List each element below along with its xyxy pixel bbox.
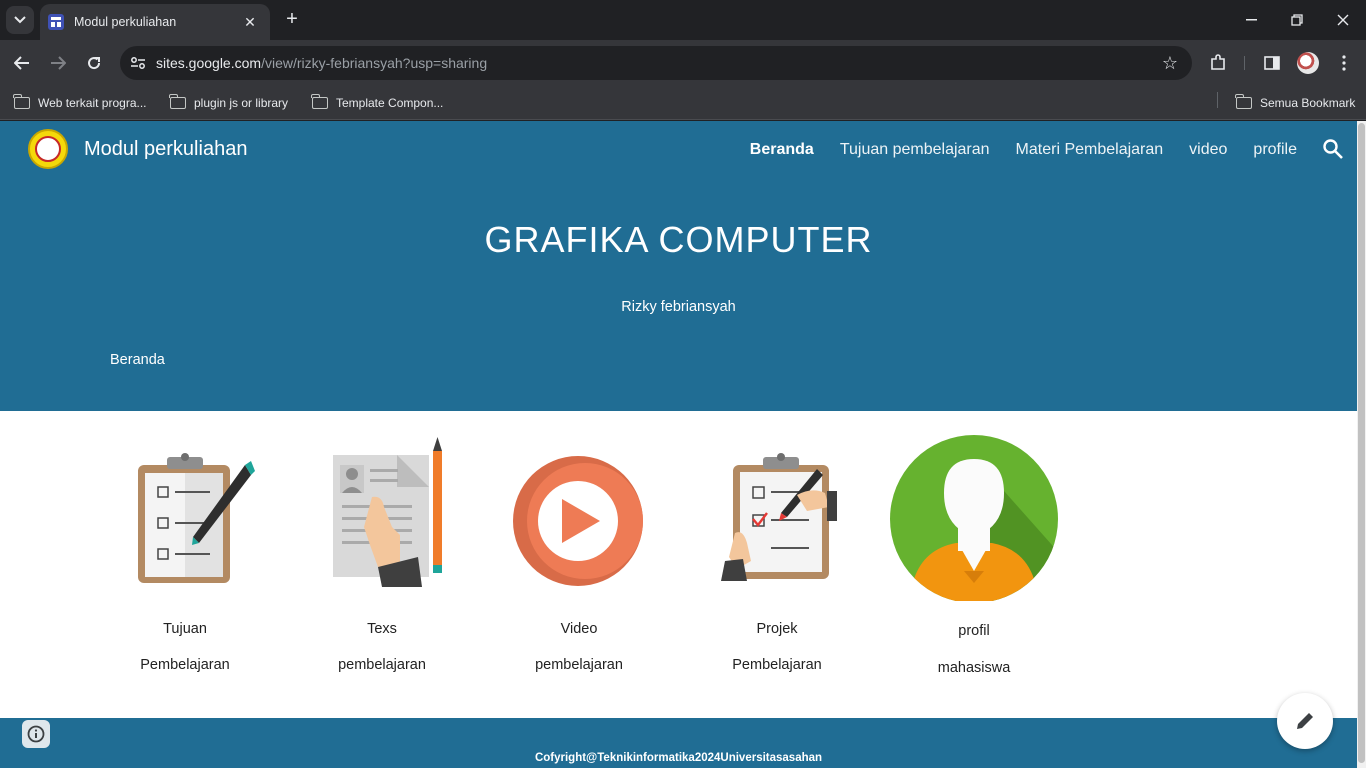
toolbar-divider [1244,56,1245,70]
clipboard-checklist-icon [138,453,255,583]
document-pencil-icon [333,437,442,587]
avatar [1297,52,1319,74]
card-title-line2: pembelajaran [535,657,623,673]
play-button-icon [513,456,643,586]
content-cards: Tujuan Pembelajaran Texs pembelajaran Vi… [0,411,1357,718]
arrow-right-icon [51,56,66,70]
arrow-left-icon [14,56,29,70]
card-tujuan-pembelajaran[interactable]: Tujuan Pembelajaran [95,435,275,695]
browser-tab-strip: Modul perkuliahan ✕ + [0,0,1366,40]
close-icon [1337,14,1349,26]
card-title-line1: Tujuan [163,621,207,637]
tab-title: Modul perkuliahan [74,15,177,29]
page-title: GRAFIKA COMPUTER [484,219,873,260]
forward-button[interactable] [44,49,72,77]
browser-toolbar: sites.google.com/view/rizky-febriansyah?… [0,40,1366,86]
extensions-button[interactable] [1204,49,1232,77]
top-navigation: Beranda Tujuan pembelajaran Materi Pembe… [750,141,1297,159]
minimize-button[interactable] [1228,0,1274,40]
card-profil-mahasiswa[interactable]: profil mahasiswa [884,435,1064,695]
info-icon [27,725,45,743]
bookmark-folder[interactable]: Web terkait progra... [13,92,147,114]
restore-icon [1291,14,1303,26]
card-video-pembelajaran[interactable]: Video pembelajaran [489,435,669,695]
footer-copyright: Cofyright@Teknikinformatika2024Universit… [534,752,823,764]
clipboard-marking-icon [721,453,837,581]
profile-button[interactable] [1294,49,1322,77]
card-title-line2: mahasiswa [937,660,1011,676]
university-logo[interactable] [28,129,68,169]
bookmark-label: Web terkait progra... [38,96,147,110]
more-vert-icon [1342,55,1346,71]
card-texs-pembelajaran[interactable]: Texs pembelajaran [292,435,472,695]
menu-button[interactable] [1330,49,1358,77]
folder-icon [13,94,30,109]
bookmarks-divider [1217,92,1218,108]
page-scrollbar[interactable] [1357,121,1366,768]
site-title[interactable]: Modul perkuliahan [84,138,247,161]
browser-tab[interactable]: Modul perkuliahan ✕ [40,4,270,40]
pencil-icon [1297,713,1313,729]
site-info-button[interactable] [22,720,50,748]
hero-header: Modul perkuliahan Beranda Tujuan pembela… [0,121,1357,411]
close-window-button[interactable] [1320,0,1366,40]
address-bar[interactable]: sites.google.com/view/rizky-febriansyah?… [120,46,1192,80]
tab-search-button[interactable] [6,6,34,34]
scrollbar-thumb[interactable] [1358,123,1365,763]
new-tab-button[interactable]: + [280,8,304,32]
google-sites-favicon-icon [48,14,64,30]
card-title-line1: Video [560,621,598,637]
side-panel-icon [1264,56,1280,70]
url-path: /view/rizky-febriansyah?usp=sharing [261,55,488,71]
url-host: sites.google.com [156,55,262,71]
user-avatar-icon [890,435,1058,601]
back-button[interactable] [8,49,36,77]
card-title-line1: Projek [756,621,798,637]
url-text: sites.google.com/view/rizky-febriansyah?… [156,55,487,71]
site-page: Modul perkuliahan Beranda Tujuan pembela… [0,121,1357,768]
bookmarks-bar: Web terkait progra... plugin js or libra… [0,86,1366,120]
reload-button[interactable] [80,49,108,77]
nav-beranda[interactable]: Beranda [750,141,814,159]
bookmark-folder[interactable]: Template Compon... [311,92,444,114]
bookmark-label: plugin js or library [194,96,289,110]
card-title-line1: profil [958,623,990,639]
folder-icon [1235,94,1252,109]
site-info-icon[interactable] [120,46,156,80]
card-title-line2: Pembelajaran [732,657,822,673]
breadcrumb: Beranda [110,352,165,368]
card-title-line2: pembelajaran [338,657,426,673]
card-title-line1: Texs [367,621,397,637]
folder-icon [311,94,328,109]
card-projek-pembelajaran[interactable]: Projek Pembelajaran [687,435,867,695]
reload-icon [88,57,101,70]
restore-button[interactable] [1274,0,1320,40]
all-bookmarks-folder[interactable]: Semua Bookmark [1235,92,1356,114]
bookmark-folder[interactable]: plugin js or library [169,92,289,114]
bookmark-label: Semua Bookmark [1260,96,1356,110]
puzzle-icon [1211,54,1225,70]
chevron-down-icon [14,16,26,24]
nav-profile[interactable]: profile [1253,141,1297,159]
search-icon[interactable] [1322,138,1344,160]
nav-tujuan-pembelajaran[interactable]: Tujuan pembelajaran [840,141,990,159]
nav-materi-pembelajaran[interactable]: Materi Pembelajaran [1016,141,1164,159]
card-title-line2: Pembelajaran [140,657,230,673]
edit-button[interactable] [1277,693,1333,749]
tune-icon [131,57,145,69]
side-panel-button[interactable] [1258,49,1286,77]
page-subtitle: Rizky febriansyah [621,299,736,315]
logo-emblem-icon [35,136,61,162]
bookmark-star-icon[interactable]: ☆ [1162,53,1178,74]
folder-icon [169,94,186,109]
minimize-icon [1245,19,1257,21]
nav-video[interactable]: video [1189,141,1227,159]
tab-close-icon[interactable]: ✕ [240,14,260,31]
bookmark-label: Template Compon... [336,96,444,110]
